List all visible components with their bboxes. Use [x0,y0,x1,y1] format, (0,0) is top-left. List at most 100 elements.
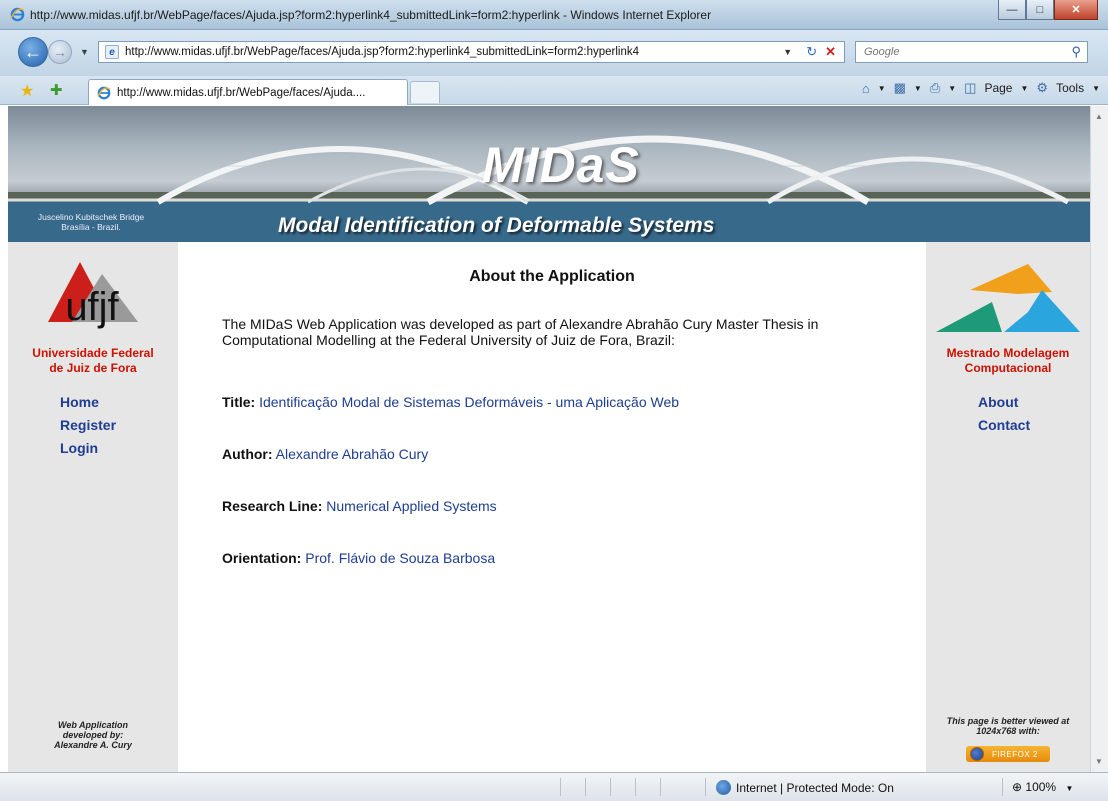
page-title: About the Application [469,268,635,285]
tools-dropdown-icon[interactable]: ▼ [1092,84,1100,93]
search-box[interactable]: ⚲ [855,41,1088,63]
developer-credit-line2: developed by: [62,730,124,740]
orientation-field: Orientation: Prof. Flávio de Souza Barbo… [222,550,495,566]
browser-recommendation: This page is better viewed at 1024x768 w… [926,716,1090,736]
page-menu-icon: ◫ [964,80,977,95]
banner-subtitle: Modal Identification of Deformable Syste… [278,214,715,237]
page-viewport: MIDaS Modal Identification of Deformable… [8,106,1090,772]
left-sidebar: ufjf Universidade Federal de Juiz de For… [8,242,178,772]
nav-login-link[interactable]: Login [60,440,116,456]
address-dropdown-icon[interactable]: ▼ [783,47,792,57]
page-icon: e [105,45,119,59]
command-bar: ⌂ ▼ ▩ ▼ ⎙ ▼ ◫ Page ▼ ⚙ Tools ▼ [862,80,1100,96]
scroll-up-icon[interactable]: ▲ [1095,112,1103,121]
favorites-star-icon[interactable]: ★ [20,81,34,101]
search-icon[interactable]: ⚲ [1071,44,1081,60]
recent-pages-dropdown-icon[interactable]: ▼ [80,47,89,57]
feeds-icon[interactable]: ▩ [894,80,906,96]
university-name: Universidade Federal de Juiz de Fora [8,346,178,376]
orientation-value: Prof. Flávio de Souza Barbosa [305,550,496,566]
research-line-field: Research Line: Numerical Applied Systems [222,498,497,514]
status-bar: Internet | Protected Mode: On ⊕ 100% ▼ [0,772,1108,801]
back-button[interactable]: ← [18,37,48,67]
status-divider [705,778,706,796]
title-field: Title: Identificação Modal de Sistemas D… [222,394,679,410]
tab-current[interactable]: http://www.midas.ufjf.br/WebPage/faces/A… [88,79,408,105]
research-line-value: Numerical Applied Systems [326,498,497,514]
university-name-line1: Universidade Federal [32,346,154,360]
zoom-control[interactable]: ⊕ 100% ▼ [1012,780,1073,794]
zoom-dropdown-icon[interactable]: ▼ [1065,784,1073,793]
developer-credit-line3: Alexandre A. Cury [54,740,132,750]
right-sidebar: Mestrado Modelagem Computacional About C… [926,242,1090,772]
browser-recommendation-line2: 1024x768 with: [976,726,1040,736]
nav-contact-link[interactable]: Contact [978,417,1030,433]
nav-about-link[interactable]: About [978,394,1030,410]
zoom-level: 100% [1025,780,1057,794]
banner-caption: Juscelino Kubitschek Bridge Brasília - B… [16,212,166,232]
internet-explorer-icon [10,7,25,22]
status-divider [660,778,661,796]
status-divider [610,778,611,796]
security-zone-label: Internet | Protected Mode: On [736,780,894,795]
author-value: Alexandre Abrahão Cury [275,446,429,462]
left-nav: Home Register Login [60,394,116,463]
title-label: Title: [222,394,256,410]
program-name-line1: Mestrado Modelagem [946,346,1070,360]
forward-button[interactable]: → [48,40,72,64]
ufjf-logo-text: ufjf [65,285,119,329]
home-dropdown-icon[interactable]: ▼ [878,84,886,93]
maximize-button[interactable]: □ [1026,0,1054,20]
minimize-button[interactable]: — [998,0,1026,20]
firefox-badge-text: FIREFOX 2 [992,749,1038,759]
address-bar[interactable]: e http://www.midas.ufjf.br/WebPage/faces… [98,41,845,63]
home-icon[interactable]: ⌂ [862,81,870,96]
status-divider [560,778,561,796]
right-nav: About Contact [978,394,1030,440]
window-title: http://www.midas.ufjf.br/WebPage/faces/A… [30,8,712,22]
stop-icon[interactable]: ✕ [825,44,836,60]
new-tab-button[interactable] [410,81,440,103]
refresh-icon[interactable]: ↻ [806,44,817,60]
tab-ie-icon [97,86,111,99]
add-favorites-icon[interactable]: ✚ [50,81,63,99]
firefox-badge[interactable]: FIREFOX 2 [966,746,1050,762]
title-value: Identificação Modal de Sistemas Deformáv… [259,394,680,410]
page-dropdown-icon[interactable]: ▼ [1020,84,1028,93]
author-label: Author: [222,446,273,462]
nav-home-link[interactable]: Home [60,394,116,410]
intro-paragraph: The MIDaS Web Application was developed … [222,316,819,348]
window-controls: — □ ✕ [998,0,1098,22]
program-name-line2: Computacional [964,361,1052,375]
vertical-scrollbar[interactable]: ▲ ▼ [1090,106,1108,772]
scroll-down-icon[interactable]: ▼ [1095,757,1103,766]
zoom-icon: ⊕ [1012,780,1023,794]
browser-recommendation-line1: This page is better viewed at [946,716,1070,726]
close-button[interactable]: ✕ [1054,0,1098,20]
site-banner: MIDaS Modal Identification of Deformable… [8,106,1090,242]
banner-title: MIDaS [482,137,640,193]
navigation-bar: ← → ▼ e http://www.midas.ufjf.br/WebPage… [0,30,1108,76]
banner-caption-line1: Juscelino Kubitschek Bridge [37,212,145,222]
developer-credit-line1: Web Application [57,720,128,730]
address-url[interactable]: http://www.midas.ufjf.br/WebPage/faces/A… [125,46,777,58]
mmc-logo [936,264,1080,332]
ufjf-logo: ufjf [48,262,138,329]
tools-menu[interactable]: Tools [1056,81,1084,95]
nav-register-link[interactable]: Register [60,417,116,433]
feeds-dropdown-icon[interactable]: ▼ [914,84,922,93]
status-divider [635,778,636,796]
firefox-icon [970,747,984,761]
security-zone[interactable]: Internet | Protected Mode: On [716,780,894,795]
print-icon[interactable]: ⎙ [930,80,940,96]
research-line-label: Research Line: [222,498,323,514]
search-input[interactable] [862,45,1042,59]
tab-bar: ★ ✚ http://www.midas.ufjf.br/WebPage/fac… [0,76,1108,105]
print-dropdown-icon[interactable]: ▼ [948,84,956,93]
window-title-bar: http://www.midas.ufjf.br/WebPage/faces/A… [0,0,1108,30]
tab-label: http://www.midas.ufjf.br/WebPage/faces/A… [117,86,366,99]
page-menu[interactable]: Page [984,81,1012,95]
developer-credit: Web Application developed by: Alexandre … [8,720,178,750]
main-content: About the Application The MIDaS Web Appl… [178,242,926,772]
banner-caption-line2: Brasília - Brazil. [61,222,121,232]
